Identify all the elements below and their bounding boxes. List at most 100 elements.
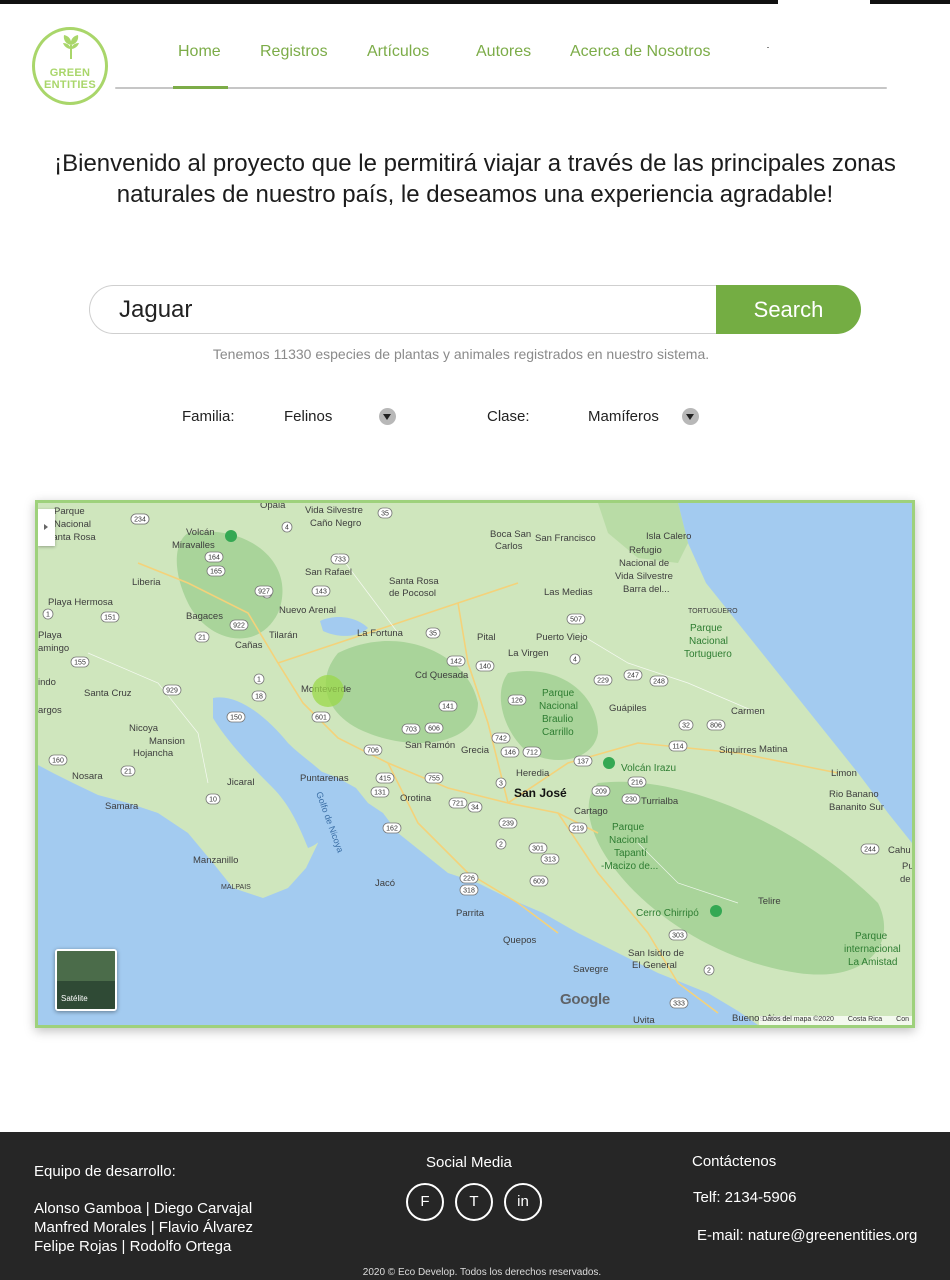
svg-text:155: 155 xyxy=(74,660,86,667)
linkedin-icon[interactable]: in xyxy=(504,1183,542,1221)
svg-text:Caño Negro: Caño Negro xyxy=(310,518,361,529)
svg-text:160: 160 xyxy=(52,758,64,765)
species-map[interactable]: Parque Nacional Santa Rosa Opala Vida Si… xyxy=(35,500,915,1028)
svg-text:Tilarán: Tilarán xyxy=(269,630,298,641)
svg-text:922: 922 xyxy=(233,623,245,630)
svg-text:Volcán Irazu: Volcán Irazu xyxy=(621,763,676,774)
svg-text:114: 114 xyxy=(672,744,683,751)
svg-text:Carlos: Carlos xyxy=(495,541,523,552)
svg-text:Nacional: Nacional xyxy=(609,835,648,846)
svg-text:Limon: Limon xyxy=(831,768,857,779)
svg-text:239: 239 xyxy=(502,821,514,828)
species-location-marker[interactable] xyxy=(312,675,344,707)
road-number-badge: 229 xyxy=(593,674,613,686)
svg-text:MALPAIS: MALPAIS xyxy=(221,884,251,891)
road-number-badge: 703 xyxy=(401,723,421,735)
clase-dropdown-icon[interactable] xyxy=(682,408,699,425)
svg-text:-Macizo de...: -Macizo de... xyxy=(601,861,658,872)
road-number-badge: 226 xyxy=(459,872,479,884)
svg-text:Nosara: Nosara xyxy=(72,771,103,782)
road-number-badge: 806 xyxy=(706,719,726,731)
svg-text:Uvita: Uvita xyxy=(633,1015,655,1025)
svg-text:Bananito Sur: Bananito Sur xyxy=(829,802,884,813)
facebook-icon[interactable]: F xyxy=(406,1183,444,1221)
svg-text:137: 137 xyxy=(577,759,589,766)
road-number-badge: 160 xyxy=(48,754,68,766)
road-number-badge: 35 xyxy=(377,507,393,519)
team-members-line-3: Felipe Rojas | Rodolfo Ortega xyxy=(34,1238,232,1255)
road-number-badge: 131 xyxy=(370,786,390,798)
park-pin-icon xyxy=(225,530,237,542)
satellite-toggle-button[interactable]: Satélite xyxy=(55,949,117,1011)
nav-acerca-de-nosotros[interactable]: Acerca de Nosotros xyxy=(570,43,711,61)
nav-registros[interactable]: Registros xyxy=(260,43,328,61)
map-terms-link[interactable]: Con xyxy=(896,1016,909,1023)
svg-text:244: 244 xyxy=(864,847,876,854)
svg-text:2: 2 xyxy=(707,968,711,975)
svg-text:18: 18 xyxy=(255,694,263,701)
svg-text:Barra del...: Barra del... xyxy=(623,584,669,595)
svg-text:Turrialba: Turrialba xyxy=(641,796,679,807)
leaf-icon xyxy=(63,35,79,59)
logo-text: GREEN ENTITIES xyxy=(44,67,96,91)
road-number-badge: 3 xyxy=(495,777,507,789)
svg-text:San Francisco: San Francisco xyxy=(535,533,596,544)
road-number-badge: 507 xyxy=(566,613,586,625)
map-canvas[interactable]: Parque Nacional Santa Rosa Opala Vida Si… xyxy=(38,503,912,1025)
road-number-badge: 151 xyxy=(100,611,120,623)
familia-dropdown-icon[interactable] xyxy=(379,408,396,425)
road-number-badge: 216 xyxy=(627,776,647,788)
svg-text:Nacional de: Nacional de xyxy=(619,558,669,569)
svg-text:Playa Hermosa: Playa Hermosa xyxy=(48,597,114,608)
satellite-label: Satélite xyxy=(61,994,88,1003)
svg-text:606: 606 xyxy=(428,726,440,733)
green-entities-logo[interactable]: GREEN ENTITIES xyxy=(32,27,108,105)
nav-articulos[interactable]: Artículos xyxy=(367,43,429,61)
familia-label: Familia: xyxy=(182,408,235,425)
contact-phone: Telf: 2134-5906 xyxy=(693,1189,797,1206)
park-pin-icon xyxy=(603,757,615,769)
svg-text:Grecia: Grecia xyxy=(461,745,490,756)
svg-text:Jicaral: Jicaral xyxy=(227,777,254,788)
svg-text:742: 742 xyxy=(495,736,507,743)
road-number-badge: 415 xyxy=(375,772,395,784)
clase-select-value[interactable]: Mamíferos xyxy=(588,408,659,425)
svg-text:229: 229 xyxy=(597,678,609,685)
team-members-line-1: Alonso Gamboa | Diego Carvajal xyxy=(34,1200,253,1217)
map-data-credit: Datos del mapa ©2020 xyxy=(762,1016,834,1023)
svg-text:21: 21 xyxy=(198,635,206,642)
road-number-badge: 10 xyxy=(205,793,221,805)
svg-text:TORTUGUERO: TORTUGUERO xyxy=(688,608,738,615)
map-expand-panel-button[interactable] xyxy=(38,509,55,546)
road-number-badge: 230 xyxy=(621,793,641,805)
contact-email[interactable]: E-mail: nature@greenentities.org xyxy=(697,1227,917,1244)
nav-autores[interactable]: Autores xyxy=(476,43,531,61)
svg-text:Jacó: Jacó xyxy=(375,878,395,889)
nav-separator-dot xyxy=(767,47,769,48)
svg-text:247: 247 xyxy=(627,673,639,680)
twitter-icon[interactable]: T xyxy=(455,1183,493,1221)
familia-select-value[interactable]: Felinos xyxy=(284,408,332,425)
svg-text:La Amistad: La Amistad xyxy=(848,957,897,968)
svg-text:2: 2 xyxy=(499,842,503,849)
species-count-text: Tenemos 11330 especies de plantas y anim… xyxy=(212,346,710,362)
road-number-badge: 239 xyxy=(498,817,518,829)
svg-text:333: 333 xyxy=(673,1001,685,1008)
svg-text:Cahu: Cahu xyxy=(888,845,911,856)
road-number-badge: 140 xyxy=(475,660,495,672)
search-button[interactable]: Search xyxy=(716,285,861,334)
svg-text:4: 4 xyxy=(285,525,289,532)
social-media-title: Social Media xyxy=(426,1154,512,1171)
road-number-badge: 318 xyxy=(459,884,479,896)
svg-text:34: 34 xyxy=(471,805,479,812)
svg-text:Parque: Parque xyxy=(612,822,645,833)
svg-text:Santa Cruz: Santa Cruz xyxy=(84,688,132,699)
search-input[interactable] xyxy=(119,294,699,326)
road-number-badge: 733 xyxy=(330,553,350,565)
svg-text:151: 151 xyxy=(104,615,116,622)
svg-text:argos: argos xyxy=(38,705,62,716)
nav-home[interactable]: Home xyxy=(178,43,221,61)
svg-text:35: 35 xyxy=(429,631,437,638)
road-number-badge: 141 xyxy=(438,700,458,712)
svg-text:165: 165 xyxy=(210,569,222,576)
